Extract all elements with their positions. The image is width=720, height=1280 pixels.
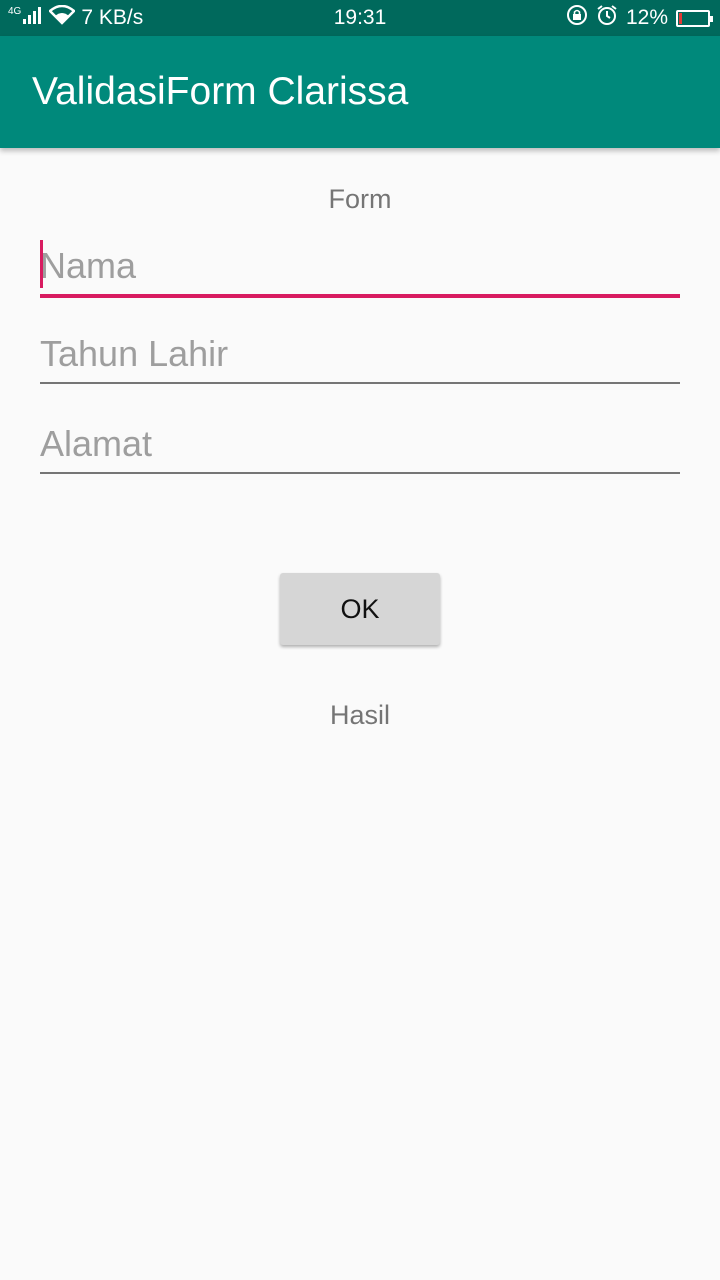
status-bar: 4G 7 KB/s 19:31 12% [0,0,720,36]
battery-percent: 12% [625,6,668,29]
text-cursor [40,240,43,288]
screen: 4G 7 KB/s 19:31 12% ValidasiForm Clariss… [0,0,720,1280]
app-title: ValidasiForm Clarissa [32,70,409,113]
tahun-lahir-underline [40,382,680,384]
alarm-icon [596,4,618,32]
battery-level [679,12,682,24]
nama-field[interactable] [40,238,680,298]
tahun-lahir-field[interactable] [40,326,680,384]
nama-input[interactable] [40,238,680,294]
tahun-lahir-input[interactable] [40,326,680,382]
alamat-field[interactable] [40,416,680,474]
alamat-input[interactable] [40,416,680,472]
ok-button[interactable]: OK [280,573,440,645]
status-bar-right: 12% [566,0,713,36]
battery-icon [676,9,713,27]
form-heading: Form [328,184,392,214]
nama-underline [40,294,680,298]
rotation-lock-icon [566,4,588,32]
clock: 19:31 [333,6,387,29]
app-bar: ValidasiForm Clarissa [0,36,720,148]
alamat-underline [40,472,680,474]
result-label: Hasil [329,700,390,730]
